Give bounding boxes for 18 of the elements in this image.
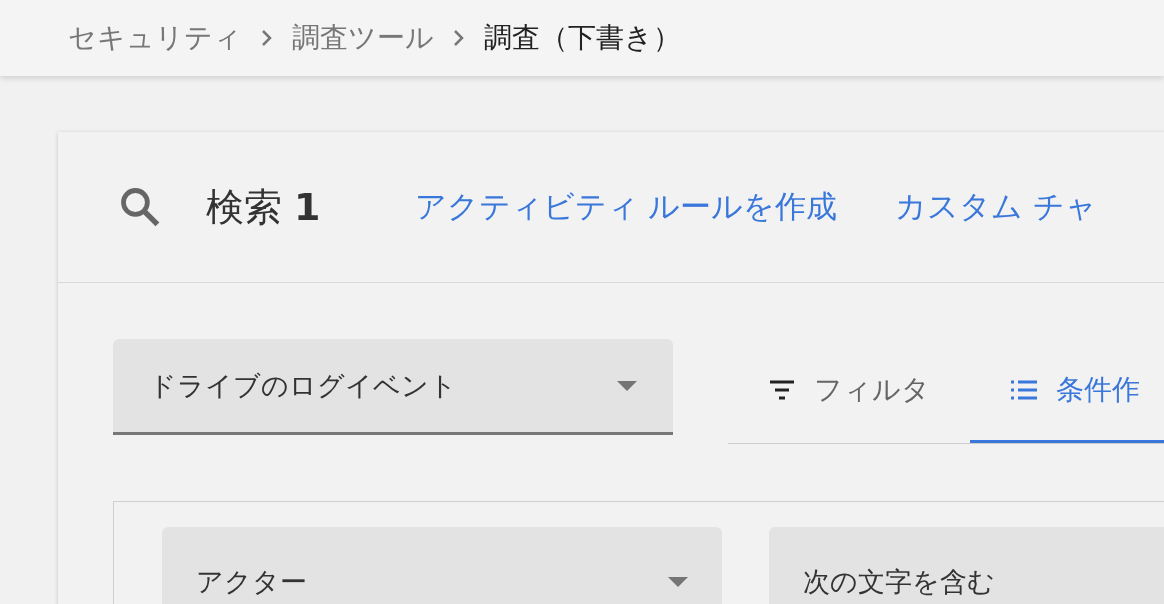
action-link[interactable]: アクティビティ ルールを作成 [414, 186, 838, 228]
chevron-icon [260, 28, 274, 48]
operator-field[interactable]: 次の文字を含む [769, 527, 1164, 604]
tab[interactable]: 条件作 [970, 339, 1164, 443]
breadcrumb-item[interactable]: セキュリティ [68, 19, 242, 57]
filter-icon [768, 378, 796, 401]
breadcrumb-item: 調査（下書き） [484, 20, 681, 56]
caret-icon [668, 577, 688, 587]
actor-dropdown[interactable]: アクター [162, 527, 722, 604]
source-dropdown[interactable]: ドライブのログイベント [113, 339, 673, 435]
breadcrumb-item[interactable]: 調査ツール [292, 19, 434, 57]
action-link[interactable]: カスタム チャ [895, 186, 1098, 228]
list-icon [1010, 378, 1038, 401]
tab[interactable]: フィルタ [728, 339, 970, 443]
chevron-icon [452, 28, 466, 48]
search-title: 検索 1 [206, 183, 321, 231]
caret-icon [617, 380, 637, 391]
search-icon [118, 185, 162, 229]
